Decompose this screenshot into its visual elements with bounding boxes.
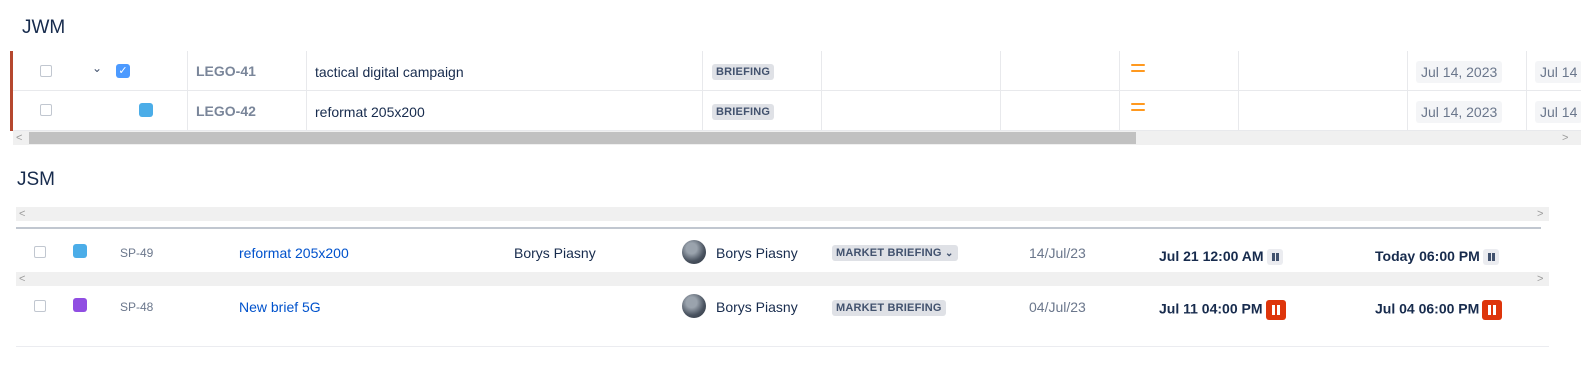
issue-key[interactable]: LEGO-41 — [196, 63, 256, 79]
status-lozenge[interactable]: MARKET BRIEFING — [832, 300, 946, 316]
row-checkbox[interactable] — [40, 104, 52, 116]
issue-summary[interactable]: reformat 205x200 — [315, 104, 425, 120]
status-lozenge[interactable]: BRIEFING — [712, 64, 775, 80]
assignee-name[interactable]: Borys Piasny — [716, 299, 798, 315]
due-date[interactable]: Jul 14, 2023 — [1416, 101, 1503, 123]
sla-value: Jul 21 12:00 AM — [1159, 248, 1264, 264]
scroll-right-arrow-icon[interactable]: > — [1537, 272, 1543, 286]
issue-summary-link[interactable]: New brief 5G — [239, 299, 321, 315]
avatar[interactable] — [682, 294, 706, 318]
issue-summary-link[interactable]: reformat 205x200 — [239, 245, 349, 261]
table-row[interactable]: SP-49 reformat 205x200 Borys Piasny Bory… — [0, 233, 1581, 271]
scrollbar-thumb[interactable] — [29, 132, 1136, 144]
subtask-icon — [139, 103, 153, 117]
pause-icon — [1265, 300, 1286, 320]
header-divider — [16, 227, 1541, 229]
jsm-section-title: JSM — [17, 169, 55, 190]
jwm-table: ⌄ ✓ LEGO-41 tactical digital campaign BR… — [10, 51, 1581, 131]
chevron-down-icon: ⌄ — [944, 248, 954, 259]
pause-icon — [1482, 249, 1499, 266]
jwm-horizontal-scrollbar[interactable]: < > — [13, 131, 1581, 145]
scroll-right-arrow-icon[interactable]: > — [1537, 207, 1543, 221]
status-lozenge[interactable]: BRIEFING — [712, 104, 775, 120]
table-bottom-divider — [16, 346, 1549, 347]
sla-value: Jul 04 06:00 PM — [1375, 300, 1480, 317]
scroll-left-arrow-icon[interactable]: < — [19, 272, 25, 286]
sla-time-to-first-response: Jul 04 06:00 PM — [1375, 300, 1503, 320]
table-row[interactable]: ⌄ ✓ LEGO-41 tactical digital campaign BR… — [13, 51, 1581, 91]
sla-time-to-first-response: Today 06:00 PM — [1375, 248, 1499, 266]
issue-summary[interactable]: tactical digital campaign — [315, 64, 464, 80]
created-date: 14/Jul/23 — [1029, 245, 1086, 261]
avatar[interactable] — [682, 240, 706, 264]
sla-time-to-resolution: Jul 21 12:00 AM — [1159, 248, 1283, 266]
sla-value: Today 06:00 PM — [1375, 248, 1480, 264]
issue-key[interactable]: LEGO-42 — [196, 103, 256, 119]
issue-key[interactable]: SP-49 — [120, 246, 153, 260]
issue-key[interactable]: SP-48 — [120, 300, 153, 314]
scroll-left-arrow-icon[interactable]: < — [19, 207, 25, 221]
due-date[interactable]: Jul 14, 2023 — [1416, 61, 1503, 83]
sla-value: Jul 11 04:00 PM — [1159, 300, 1263, 317]
scroll-left-arrow-icon[interactable]: < — [16, 131, 22, 145]
priority-medium-icon — [1131, 103, 1145, 113]
pause-icon — [1482, 300, 1503, 320]
status-dropdown[interactable]: MARKET BRIEFING ⌄ — [832, 245, 958, 261]
jsm-row-scrollbar[interactable]: < > — [16, 272, 1549, 286]
chevron-down-icon[interactable]: ⌄ — [92, 61, 102, 75]
story-icon — [73, 298, 87, 312]
table-row[interactable]: SP-48 New brief 5G Borys Piasny MARKET B… — [0, 288, 1581, 328]
status-label: MARKET BRIEFING — [836, 247, 942, 259]
reporter-name: Borys Piasny — [514, 245, 596, 261]
jsm-top-scrollbar[interactable]: < > — [16, 207, 1549, 221]
date-cell[interactable]: Jul 14 — [1535, 61, 1581, 83]
assignee-name[interactable]: Borys Piasny — [716, 245, 798, 261]
row-checkbox[interactable] — [34, 246, 46, 258]
jwm-section-title: JWM — [22, 17, 66, 38]
priority-medium-icon — [1131, 64, 1145, 74]
row-checkbox[interactable] — [40, 65, 52, 77]
row-checkbox[interactable] — [34, 300, 46, 312]
created-date: 04/Jul/23 — [1029, 299, 1086, 315]
pause-icon — [1266, 249, 1283, 266]
sla-time-to-resolution: Jul 11 04:00 PM — [1159, 300, 1286, 320]
scroll-right-arrow-icon[interactable]: > — [1562, 131, 1568, 145]
table-row[interactable]: LEGO-42 reformat 205x200 BRIEFING Jul 14… — [13, 91, 1581, 131]
task-icon: ✓ — [116, 64, 130, 78]
subtask-icon — [73, 244, 87, 258]
date-cell[interactable]: Jul 14 — [1535, 101, 1581, 123]
